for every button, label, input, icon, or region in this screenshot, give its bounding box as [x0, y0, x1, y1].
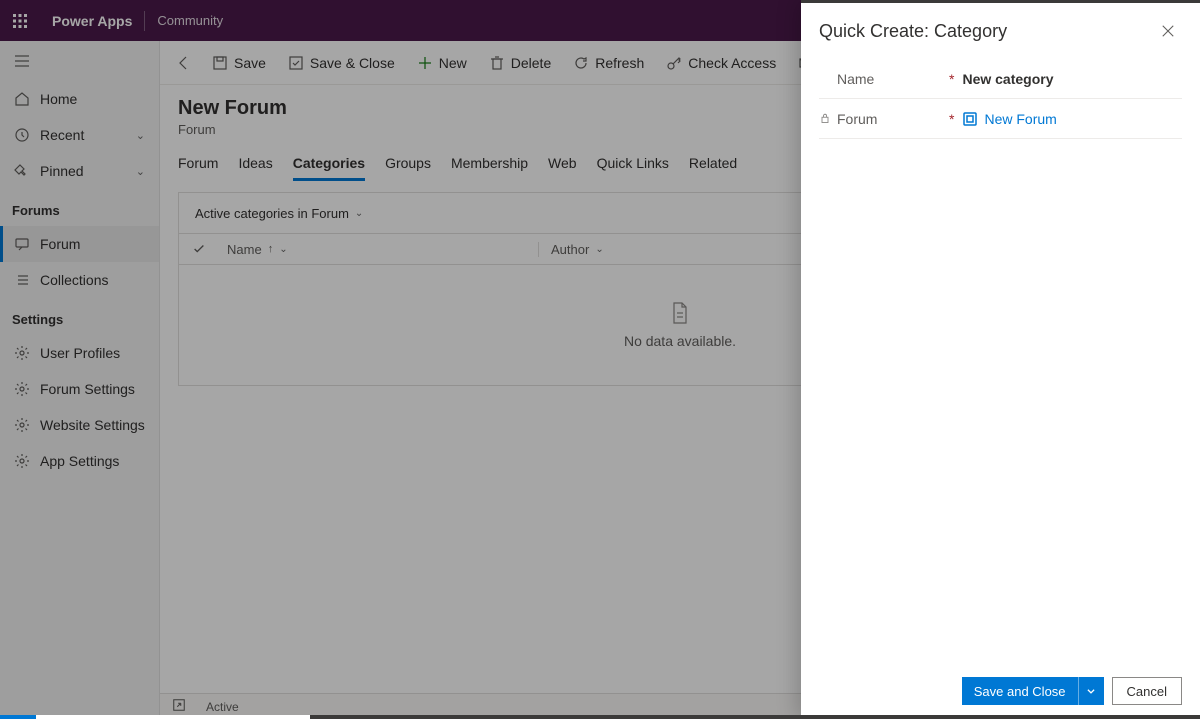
- cancel-button[interactable]: Cancel: [1112, 677, 1182, 705]
- modal-scrim[interactable]: [0, 0, 801, 719]
- entity-icon: [962, 111, 978, 127]
- lookup-text: New Forum: [984, 111, 1056, 127]
- close-button[interactable]: [1154, 17, 1182, 45]
- save-close-split-button: Save and Close: [962, 677, 1104, 705]
- panel-body: Name * New category Forum * New Forum: [801, 59, 1200, 663]
- field-name[interactable]: Name * New category: [819, 59, 1182, 99]
- panel-title: Quick Create: Category: [819, 21, 1007, 42]
- panel-header: Quick Create: Category: [801, 3, 1200, 59]
- required-indicator: *: [949, 111, 954, 127]
- panel-footer: Save and Close Cancel: [801, 663, 1200, 719]
- lock-icon: [819, 111, 833, 127]
- window-footer-strip: [0, 715, 1200, 719]
- field-forum[interactable]: Forum * New Forum: [819, 99, 1182, 139]
- save-options-chevron[interactable]: [1078, 677, 1104, 705]
- field-forum-value[interactable]: New Forum: [962, 111, 1182, 127]
- save-and-close-button[interactable]: Save and Close: [962, 677, 1078, 705]
- field-label-text: Name: [837, 71, 874, 87]
- field-label-text: Forum: [837, 111, 877, 127]
- required-indicator: *: [949, 71, 954, 87]
- field-name-value[interactable]: New category: [962, 71, 1182, 87]
- quick-create-panel: Quick Create: Category Name * New catego…: [801, 0, 1200, 719]
